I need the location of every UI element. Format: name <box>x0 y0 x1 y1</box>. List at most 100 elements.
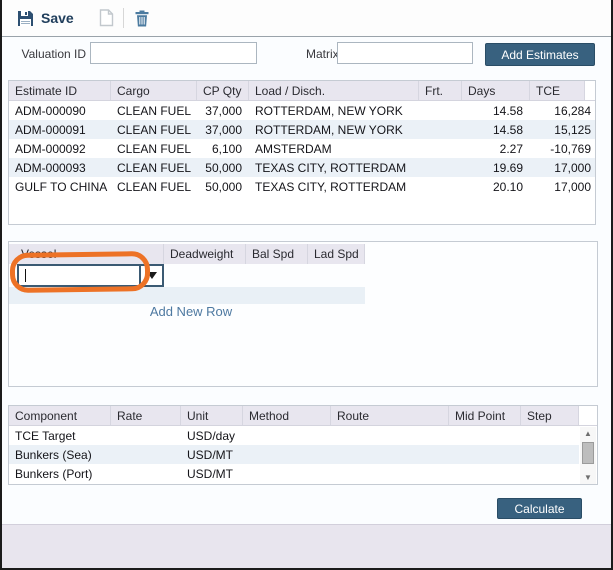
column-header-lad-spd[interactable]: Lad Spd <box>308 244 365 264</box>
cell-cp-qty: 6,100 <box>197 139 249 158</box>
column-header-estimate-id[interactable]: Estimate ID <box>9 81 111 100</box>
components-table: Component Rate Unit Method Route Mid Poi… <box>8 405 598 485</box>
cell-mid-point <box>449 445 521 464</box>
cell-component: Bunkers (Port) <box>9 464 111 483</box>
cell-mid-point <box>449 464 521 483</box>
column-header-load-disch[interactable]: Load / Disch. <box>249 81 419 100</box>
toolbar: Save <box>0 0 613 37</box>
column-header-method[interactable]: Method <box>243 406 331 425</box>
vessel-panel: Vessel Deadweight Bal Spd Lad Spd Add Ne… <box>8 241 598 387</box>
cell-tce: -10,769 <box>530 139 595 158</box>
table-row[interactable]: ADM-000090 CLEAN FUEL 37,000 ROTTERDAM, … <box>9 101 595 120</box>
save-icon <box>17 10 34 27</box>
estimates-table-header: Estimate ID Cargo CP Qty Load / Disch. F… <box>9 81 595 101</box>
table-row[interactable]: Bunkers (Sea) USD/MT <box>9 445 579 464</box>
column-header-days[interactable]: Days <box>462 81 530 100</box>
column-header-bal-spd[interactable]: Bal Spd <box>246 244 308 264</box>
cell-mid-point <box>449 426 521 445</box>
cell-cp-qty: 37,000 <box>197 120 249 139</box>
window-border-left <box>0 0 2 570</box>
cell-load-disch: ROTTERDAM, NEW YORK <box>249 101 419 120</box>
components-table-header: Component Rate Unit Method Route Mid Poi… <box>9 406 597 426</box>
cell-days: 14.58 <box>462 101 530 120</box>
cell-rate <box>111 426 181 445</box>
cell-unit: USD/MT <box>181 464 243 483</box>
cell-load-disch: ROTTERDAM, NEW YORK <box>249 120 419 139</box>
cell-cargo: CLEAN FUEL <box>111 177 197 196</box>
cell-rate <box>111 445 181 464</box>
cell-tce: 16,284 <box>530 101 595 120</box>
header-filler <box>579 406 597 425</box>
column-header-rate[interactable]: Rate <box>111 406 181 425</box>
chevron-down-icon <box>147 272 157 279</box>
cell-estimate-id: ADM-000093 <box>9 158 111 177</box>
table-row[interactable]: ADM-000093 CLEAN FUEL 50,000 TEXAS CITY,… <box>9 158 595 177</box>
matrix-label: Matrix <box>306 47 339 61</box>
cell-load-disch: AMSTERDAM <box>249 139 419 158</box>
cell-step <box>521 426 579 445</box>
scrollbar-thumb[interactable] <box>582 442 594 464</box>
vessel-dropdown-button[interactable] <box>139 266 162 285</box>
scroll-up-icon[interactable]: ▲ <box>580 427 596 440</box>
scroll-down-icon[interactable]: ▼ <box>580 471 596 484</box>
table-row[interactable]: ADM-000092 CLEAN FUEL 6,100 AMSTERDAM 2.… <box>9 139 595 158</box>
column-header-route[interactable]: Route <box>331 406 449 425</box>
cell-cp-qty: 50,000 <box>197 177 249 196</box>
vessel-panel-header: Vessel Deadweight Bal Spd Lad Spd <box>9 244 365 264</box>
cell-step <box>521 464 579 483</box>
table-row[interactable]: TCE Target USD/day <box>9 426 579 445</box>
cell-step <box>521 445 579 464</box>
save-button[interactable]: Save <box>17 10 74 27</box>
table-row[interactable]: GULF TO CHINA CLEAN FUEL 50,000 TEXAS CI… <box>9 177 595 196</box>
cell-rate <box>111 464 181 483</box>
matrix-input[interactable] <box>337 42 473 64</box>
calculate-button[interactable]: Calculate <box>497 498 582 519</box>
cell-load-disch: TEXAS CITY, ROTTERDAM <box>249 177 419 196</box>
cell-days: 20.10 <box>462 177 530 196</box>
table-row[interactable]: Bunkers (Port) USD/MT <box>9 464 579 483</box>
new-document-icon[interactable] <box>99 9 114 27</box>
column-header-cp-qty[interactable]: CP Qty <box>197 81 249 100</box>
cell-tce: 17,000 <box>530 158 595 177</box>
cell-load-disch: TEXAS CITY, ROTTERDAM <box>249 158 419 177</box>
vertical-scrollbar[interactable]: ▲ ▼ <box>580 427 596 484</box>
text-cursor <box>25 269 26 282</box>
cell-days: 14.58 <box>462 120 530 139</box>
column-header-deadweight[interactable]: Deadweight <box>164 244 246 264</box>
cell-component: Bunkers (Sea) <box>9 445 111 464</box>
cell-cargo: CLEAN FUEL <box>111 139 197 158</box>
cell-method <box>243 464 331 483</box>
cell-route <box>331 426 449 445</box>
cell-method <box>243 426 331 445</box>
column-header-cargo[interactable]: Cargo <box>111 81 197 100</box>
cell-unit: USD/day <box>181 426 243 445</box>
table-row[interactable]: ADM-000091 CLEAN FUEL 37,000 ROTTERDAM, … <box>9 120 595 139</box>
add-new-row-link[interactable]: Add New Row <box>9 304 373 319</box>
column-header-vessel[interactable]: Vessel <box>9 244 164 264</box>
column-header-component[interactable]: Component <box>9 406 111 425</box>
cell-frt <box>419 101 462 120</box>
column-header-mid-point[interactable]: Mid Point <box>449 406 521 425</box>
cell-frt <box>419 120 462 139</box>
cell-days: 19.69 <box>462 158 530 177</box>
cell-cargo: CLEAN FUEL <box>111 120 197 139</box>
cell-estimate-id: ADM-000091 <box>9 120 111 139</box>
cell-days: 2.27 <box>462 139 530 158</box>
add-estimates-button[interactable]: Add Estimates <box>485 43 595 66</box>
save-label: Save <box>41 10 74 26</box>
footer-bar <box>0 524 613 570</box>
vessel-combobox[interactable] <box>17 264 164 287</box>
column-header-tce[interactable]: TCE <box>530 81 585 100</box>
column-header-frt[interactable]: Frt. <box>419 81 462 100</box>
cell-frt <box>419 139 462 158</box>
cell-frt <box>419 158 462 177</box>
column-header-step[interactable]: Step <box>521 406 579 425</box>
cell-cp-qty: 37,000 <box>197 101 249 120</box>
header-filler <box>585 81 595 100</box>
trash-icon[interactable] <box>135 10 149 27</box>
estimates-table: Estimate ID Cargo CP Qty Load / Disch. F… <box>8 80 596 225</box>
vessel-combobox-input[interactable] <box>19 266 139 285</box>
valuation-id-input[interactable] <box>90 42 257 64</box>
empty-vessel-row[interactable] <box>9 287 365 304</box>
column-header-unit[interactable]: Unit <box>181 406 243 425</box>
